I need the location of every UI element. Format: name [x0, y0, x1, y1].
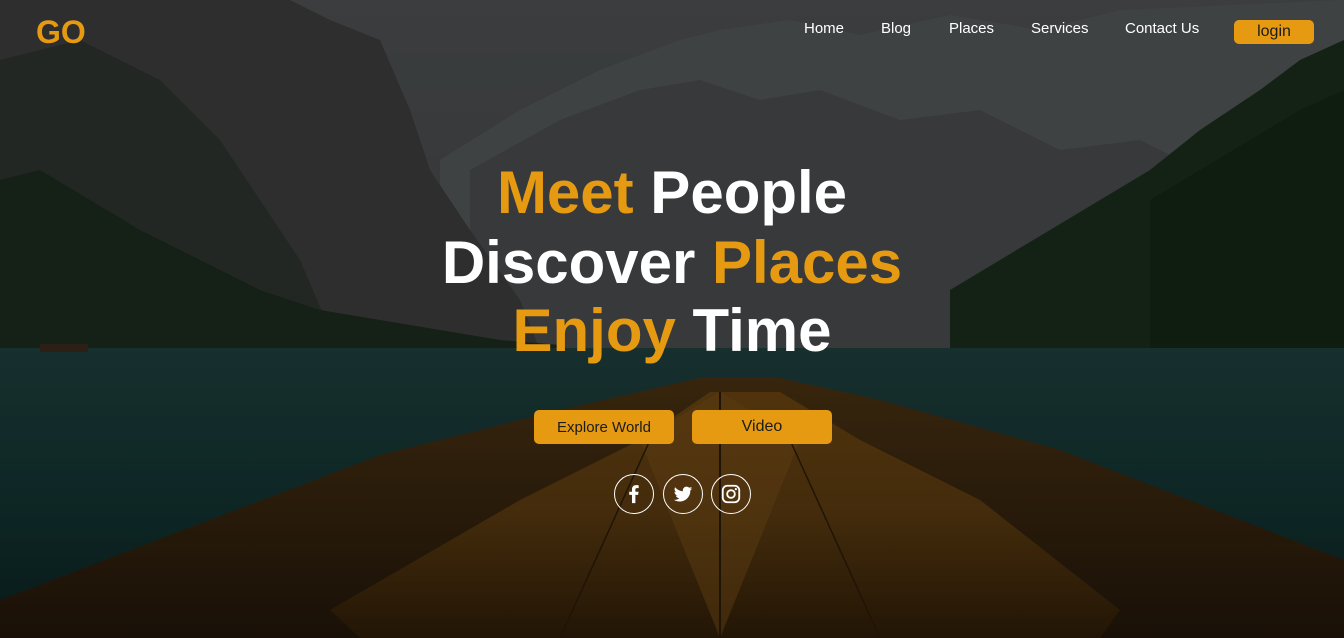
- twitter-link[interactable]: [663, 474, 703, 514]
- nav-item-places[interactable]: Places: [949, 20, 994, 37]
- nav-item-blog[interactable]: Blog: [881, 20, 911, 37]
- facebook-link[interactable]: [614, 474, 654, 514]
- facebook-icon: [629, 485, 639, 504]
- video-button[interactable]: Video: [692, 410, 832, 444]
- headline-line-1: Meet People: [0, 158, 1344, 228]
- nav-item-services[interactable]: Services: [1031, 20, 1089, 37]
- headline-text-discover: Discover: [441, 229, 712, 296]
- login-button[interactable]: login: [1234, 20, 1314, 44]
- nav-item-home[interactable]: Home: [804, 20, 844, 37]
- headline-line-3: Enjoy Time: [0, 296, 1344, 366]
- headline-line-2: Discover Places: [0, 228, 1344, 298]
- instagram-icon: [721, 484, 741, 504]
- headline-text-people: People: [633, 159, 848, 226]
- nav-item-contact-us[interactable]: Contact Us: [1125, 20, 1199, 37]
- explore-world-button[interactable]: Explore World: [534, 410, 674, 444]
- headline-accent-enjoy: Enjoy: [512, 297, 676, 364]
- main-nav: Home Blog Places Services Contact Us: [0, 20, 1344, 40]
- headline-text-time: Time: [675, 297, 832, 364]
- twitter-icon: [673, 486, 693, 502]
- headline-accent-meet: Meet: [496, 159, 634, 226]
- headline-accent-places: Places: [711, 229, 903, 296]
- instagram-link[interactable]: [711, 474, 751, 514]
